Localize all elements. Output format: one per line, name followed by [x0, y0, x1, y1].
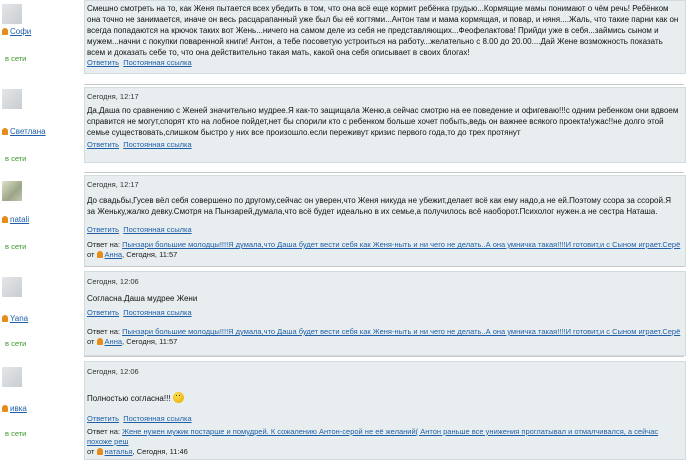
comment-actions: Ответить Постоянная ссылка [87, 414, 192, 423]
username-row[interactable]: Софи [2, 27, 31, 37]
online-status: в сети [5, 242, 27, 251]
quoted-comment-link[interactable]: Пынзари большие молодцы!!!!Я думала,что … [122, 240, 680, 249]
username-link[interactable]: ивка [10, 404, 27, 413]
quoted-reply: Ответ на: Пынзари большие молодцы!!!!Я д… [87, 327, 683, 347]
username-link[interactable]: natali [10, 215, 29, 224]
reply-author-link[interactable]: Анна [105, 337, 122, 346]
reply-meta: от Анна, Сегодня, 11:57 [87, 250, 178, 259]
comment-4: Yana в сети Сегодня, 12:06 Согласна.Даша… [0, 271, 699, 357]
comment-box: Сегодня, 12:17 До свадьбы,Гусев вёл себя… [84, 175, 686, 267]
comment-author-panel: Светлана в сети [0, 87, 84, 173]
quoted-comment-link[interactable]: Жене нужен мужик постарше и помудрей. К … [87, 427, 658, 446]
comment-text: Да,Даша по сравнению с Женей значительно… [87, 106, 679, 137]
username-row[interactable]: natali [2, 215, 29, 225]
comment-date: Сегодня, 12:17 [87, 92, 139, 101]
comment-author-panel: Yana в сети [0, 271, 84, 357]
reply-link[interactable]: Ответить [87, 225, 119, 234]
quoted-reply: Ответ на: Пынзари большие молодцы!!!!Я д… [87, 240, 683, 260]
comment-author-panel: Софи в сети [0, 0, 84, 86]
quoted-reply: Ответ на: Жене нужен мужик постарше и по… [87, 427, 683, 457]
user-icon [96, 448, 103, 455]
online-status: в сети [5, 154, 27, 163]
user-icon [2, 128, 8, 135]
user-icon [2, 216, 8, 223]
reply-link[interactable]: Ответить [87, 308, 119, 317]
comment-box: Смешно смотреть на то, как Женя пытается… [84, 0, 686, 74]
divider [84, 356, 684, 357]
user-icon [2, 315, 8, 322]
comment-date: Сегодня, 12:06 [87, 277, 139, 286]
comment-text: Согласна.Даша мудрее Жени [87, 294, 198, 303]
comment-author-panel: ивка в сети [0, 361, 84, 466]
comment-text-content: Полностью согласна!!! [87, 394, 171, 403]
username-link[interactable]: Софи [10, 27, 31, 36]
avatar[interactable] [2, 89, 22, 109]
reply-from: от [87, 447, 95, 456]
user-icon [2, 28, 8, 35]
comment-text: До свадьбы,Гусев вёл себя совершено по д… [87, 196, 671, 216]
permalink-link[interactable]: Постоянная ссылка [123, 225, 191, 234]
username-row[interactable]: Yana [2, 314, 28, 324]
reply-author-link[interactable]: Анна [105, 250, 122, 259]
comment-actions: Ответить Постоянная ссылка [87, 58, 192, 67]
comment-text: Смешно смотреть на то, как Женя пытается… [87, 4, 679, 57]
username-link[interactable]: Yana [10, 314, 28, 323]
user-icon [96, 338, 103, 345]
reply-from: от [87, 250, 95, 259]
comment-date: Сегодня, 12:17 [87, 180, 139, 189]
reply-prefix: Ответ на: [87, 427, 121, 436]
permalink-link[interactable]: Постоянная ссылка [123, 414, 191, 423]
reply-link[interactable]: Ответить [87, 140, 119, 149]
online-status: в сети [5, 339, 27, 348]
comment-author-panel: natali в сети [0, 175, 84, 267]
avatar[interactable] [2, 4, 22, 24]
reply-prefix: Ответ на: [87, 240, 121, 249]
smiley-icon [172, 392, 184, 403]
divider [84, 84, 684, 85]
permalink-link[interactable]: Постоянная ссылка [123, 140, 191, 149]
avatar[interactable] [2, 181, 22, 201]
reply-meta: от наталья, Сегодня, 11:46 [87, 447, 188, 456]
reply-author-link[interactable]: наталья [105, 447, 133, 456]
user-icon [2, 405, 8, 412]
avatar[interactable] [2, 367, 22, 387]
comment-box: Сегодня, 12:17 Да,Даша по сравнению с Же… [84, 87, 686, 163]
comment-box: Сегодня, 12:06 Согласна.Даша мудрее Жени… [84, 271, 686, 356]
quoted-comment-link[interactable]: Пынзари большие молодцы!!!!Я думала,что … [122, 327, 680, 336]
username-row[interactable]: ивка [2, 404, 27, 414]
comment-actions: Ответить Постоянная ссылка [87, 140, 192, 149]
reply-link[interactable]: Ответить [87, 58, 119, 67]
comment-actions: Ответить Постоянная ссылка [87, 308, 192, 317]
comment-3: natali в сети Сегодня, 12:17 До свадьбы,… [0, 175, 699, 267]
comment-5: ивка в сети Сегодня, 12:06 Полностью сог… [0, 361, 699, 466]
comment-date: Сегодня, 12:06 [87, 367, 139, 376]
divider [84, 172, 684, 173]
comment-2: Светлана в сети Сегодня, 12:17 Да,Даша п… [0, 87, 699, 173]
username-link[interactable]: Светлана [10, 127, 46, 136]
comment-actions: Ответить Постоянная ссылка [87, 225, 192, 234]
comment-1: Софи в сети Смешно смотреть на то, как Ж… [0, 0, 699, 86]
permalink-link[interactable]: Постоянная ссылка [123, 308, 191, 317]
comment-box: Сегодня, 12:06 Полностью согласна!!! Отв… [84, 361, 686, 460]
reply-prefix: Ответ на: [87, 327, 121, 336]
reply-link[interactable]: Ответить [87, 414, 119, 423]
comment-text: Полностью согласна!!! [87, 392, 681, 404]
reply-from: от [87, 337, 95, 346]
reply-time: Сегодня, 11:57 [126, 337, 178, 346]
online-status: в сети [5, 429, 27, 438]
reply-time: Сегодня, 11:57 [126, 250, 178, 259]
divider [84, 266, 684, 267]
user-icon [96, 251, 103, 258]
online-status: в сети [5, 54, 27, 63]
reply-time: Сегодня, 11:46 [136, 447, 188, 456]
reply-meta: от Анна, Сегодня, 11:57 [87, 337, 178, 346]
username-row[interactable]: Светлана [2, 127, 46, 137]
avatar[interactable] [2, 277, 22, 297]
permalink-link[interactable]: Постоянная ссылка [123, 58, 191, 67]
